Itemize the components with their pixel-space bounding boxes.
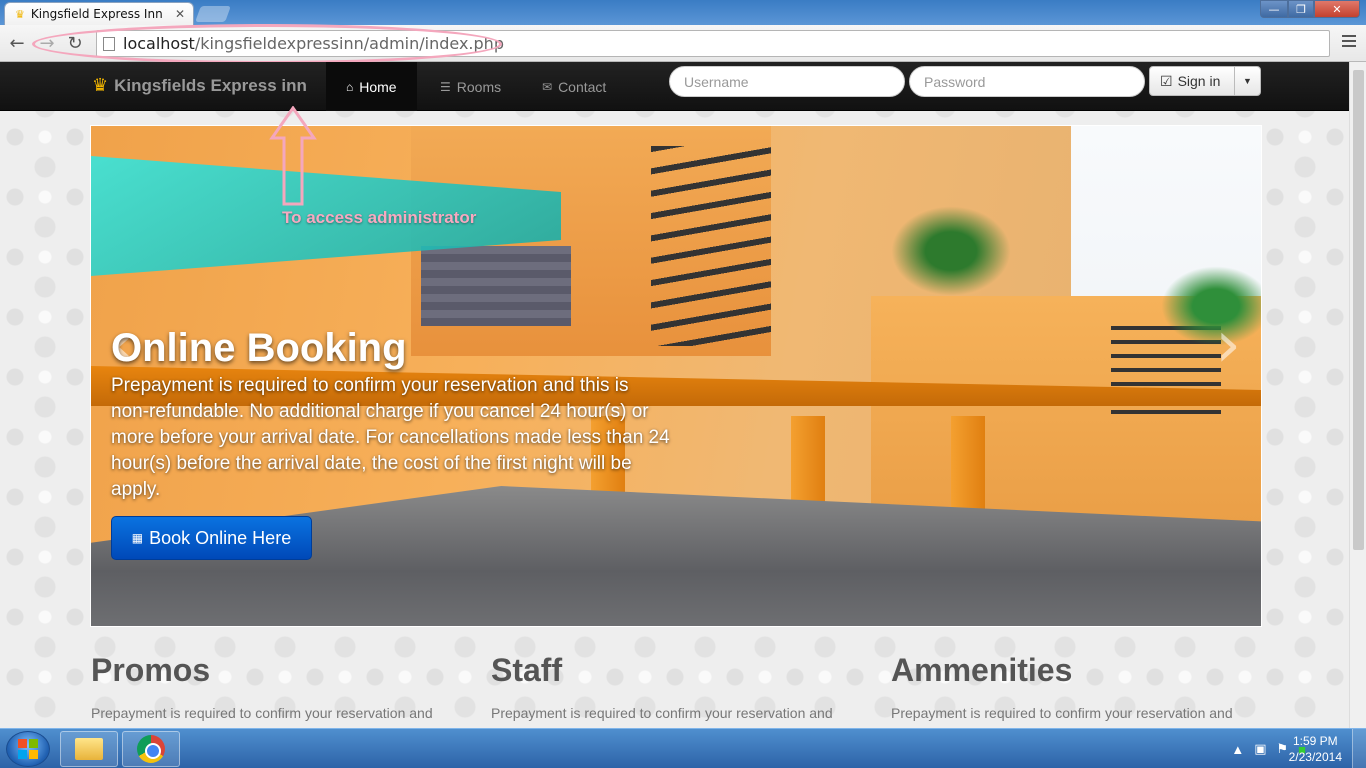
envelope-icon: ✉ [542, 79, 553, 94]
brand-name: Kingsfields Express inn [114, 75, 307, 95]
nav-contact-label: Contact [558, 78, 607, 95]
signin-label: Sign in [1177, 73, 1221, 89]
chrome-menu-icon[interactable] [1342, 35, 1356, 50]
page-icon [103, 36, 115, 51]
taskbar-explorer[interactable] [60, 731, 118, 767]
hero-title: Online Booking [111, 326, 407, 370]
crown-icon: ♛ [15, 8, 25, 21]
windows-logo-icon [18, 739, 38, 759]
password-placeholder: Password [924, 73, 986, 90]
signin-button-group: ☑ Sign in ▼ [1149, 66, 1261, 96]
promos-section: Promos Prepayment is required to confirm… [91, 652, 451, 723]
nav-contact[interactable]: ✉ Contact [522, 62, 626, 111]
annotation-text: To access administrator [282, 208, 477, 227]
ammenities-section: Ammenities Prepayment is required to con… [891, 652, 1251, 723]
forward-arrow-icon[interactable]: → [36, 32, 58, 54]
palm-tree-right [1161, 266, 1261, 346]
new-tab-button[interactable] [195, 6, 231, 22]
book-online-button[interactable]: ▦ Book Online Here [111, 516, 312, 560]
scrollbar-thumb[interactable] [1353, 70, 1364, 550]
site-navbar: ♛ Kingsfields Express inn ⌂ Home ☰ Rooms… [0, 62, 1349, 111]
close-window-button[interactable]: ✕ [1314, 0, 1360, 18]
reload-icon[interactable]: ↻ [64, 32, 86, 54]
signin-button[interactable]: ☑ Sign in [1150, 67, 1234, 95]
tray-expand-icon[interactable]: ▲ [1231, 742, 1244, 757]
palm-tree [891, 206, 1011, 296]
page-scrollbar[interactable] [1349, 62, 1366, 728]
window-slats [651, 146, 771, 346]
staff-heading: Staff [491, 652, 563, 688]
chrome-icon [137, 735, 165, 763]
browser-tab[interactable]: ♛ Kingsfield Express Inn ✕ [4, 2, 194, 25]
password-input[interactable]: Password [909, 66, 1145, 97]
staff-text: Prepayment is required to confirm your r… [491, 705, 833, 721]
home-icon: ⌂ [346, 79, 354, 94]
brand[interactable]: ♛ Kingsfields Express inn [92, 75, 307, 96]
window-controls: — ❐ ✕ [1260, 0, 1360, 18]
staff-section: Staff Prepayment is required to confirm … [491, 652, 851, 723]
clock-date: 2/23/2014 [1288, 750, 1342, 764]
url-path: /kingsfieldexpressinn/admin/index.php [194, 34, 504, 53]
nav-home-label: Home [359, 78, 397, 95]
hero-carousel: ‹ › Online Booking Prepayment is require… [90, 125, 1262, 627]
start-button[interactable] [6, 731, 50, 767]
show-desktop-button[interactable] [1352, 729, 1366, 768]
carousel-next-arrow[interactable]: › [1215, 308, 1241, 382]
maximize-button[interactable]: ❐ [1288, 0, 1314, 18]
tab-close-button[interactable]: ✕ [175, 7, 193, 21]
nav-rooms[interactable]: ☰ Rooms [420, 62, 521, 111]
address-bar[interactable]: localhost/kingsfieldexpressinn/admin/ind… [96, 30, 1330, 57]
flag-icon[interactable]: ⚑ [1276, 741, 1288, 757]
ammenities-heading: Ammenities [891, 652, 1073, 688]
page-viewport: ♛ Kingsfields Express inn ⌂ Home ☰ Rooms… [0, 62, 1366, 728]
caret-down-icon: ▼ [1243, 76, 1252, 86]
clock-time: 1:59 PM [1292, 734, 1338, 748]
promos-heading: Promos [91, 652, 211, 688]
ammenities-text: Prepayment is required to confirm your r… [891, 705, 1233, 721]
username-placeholder: Username [684, 73, 749, 90]
folder-icon [75, 738, 103, 760]
signin-dropdown-toggle[interactable]: ▼ [1234, 67, 1260, 95]
browser-titlebar: ♛ Kingsfield Express Inn ✕ — ❐ ✕ [0, 0, 1366, 25]
windows-taskbar: ▲ ▣ ⚑ ■ 1:59 PM 2/23/2014 [0, 728, 1366, 768]
clock[interactable]: 1:59 PM 2/23/2014 [1289, 733, 1342, 765]
hero-caption: Online Booking Prepayment is required to… [111, 326, 671, 503]
network-icon[interactable]: ▣ [1254, 741, 1266, 757]
calendar-icon: ▦ [131, 531, 144, 545]
tab-title: Kingsfield Express Inn [30, 7, 163, 21]
annotation-arrow [269, 106, 317, 206]
taskbar-chrome[interactable] [122, 731, 180, 767]
minimize-button[interactable]: — [1260, 0, 1288, 18]
url-host: localhost [123, 34, 195, 53]
back-arrow-icon[interactable]: ← [6, 32, 28, 54]
check-square-icon: ☑ [1160, 72, 1173, 89]
nav-rooms-label: Rooms [456, 78, 502, 95]
stone-wall [421, 246, 571, 326]
browser-toolbar: ← → ↻ localhost/kingsfieldexpressinn/adm… [0, 25, 1366, 62]
promos-text: Prepayment is required to confirm your r… [91, 705, 433, 721]
url-text: localhost/kingsfieldexpressinn/admin/ind… [123, 34, 504, 53]
book-online-label: Book Online Here [149, 527, 292, 548]
list-icon: ☰ [440, 79, 451, 94]
username-input[interactable]: Username [669, 66, 905, 97]
crown-icon: ♛ [92, 75, 109, 95]
hero-description: Prepayment is required to confirm your r… [111, 375, 670, 500]
nav-home[interactable]: ⌂ Home [326, 62, 417, 111]
